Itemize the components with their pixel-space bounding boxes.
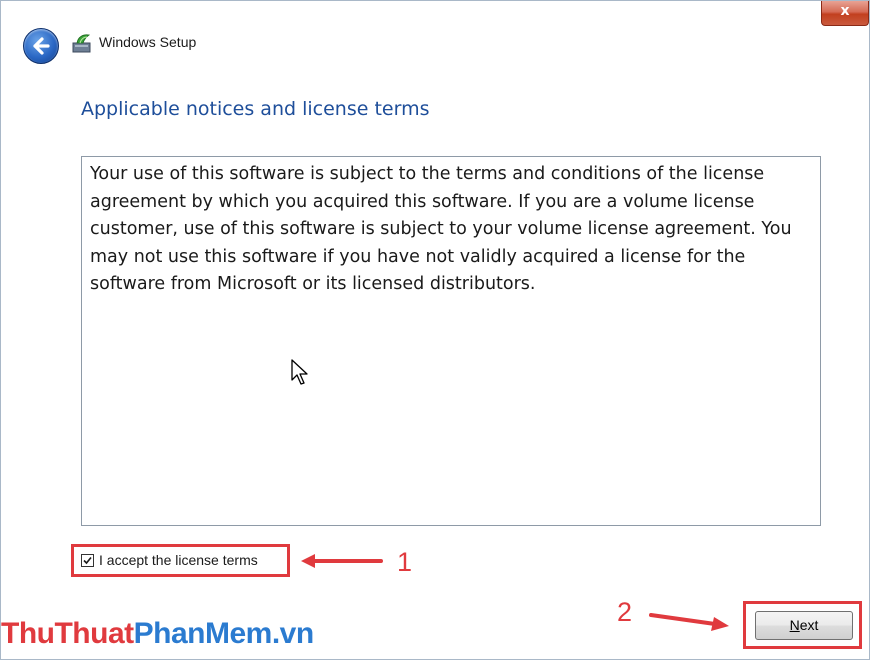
license-text-box[interactable]: Your use of this software is subject to … [81, 156, 821, 526]
mouse-pointer-icon [291, 359, 308, 385]
annotation-arrow-2 [649, 613, 729, 631]
setup-window: Windows Setup x Applicable notices and l… [0, 0, 870, 660]
next-mnemonic: N [789, 617, 800, 633]
close-button[interactable]: x [821, 1, 869, 26]
window-title: Windows Setup [99, 34, 197, 50]
close-icon: x [840, 3, 850, 19]
back-arrow-icon [33, 37, 50, 55]
title-bar: Windows Setup x [1, 1, 869, 75]
watermark-part1: ThuThuat [1, 617, 134, 650]
windows-setup-icon [72, 34, 91, 53]
annotation-number-1: 1 [397, 547, 413, 577]
annotation-arrow-1 [301, 554, 383, 568]
next-button[interactable]: Next [755, 611, 853, 640]
accept-label[interactable]: I accept the license terms [99, 552, 258, 568]
watermark: ThuThuatPhanMem.vn [1, 617, 314, 651]
watermark-part3: .vn [271, 617, 314, 650]
accept-checkbox[interactable] [81, 554, 94, 567]
license-text: Your use of this software is subject to … [90, 164, 792, 294]
back-button[interactable] [23, 28, 59, 64]
watermark-part2: PhanMem [133, 617, 273, 650]
checkmark-icon [83, 556, 92, 565]
next-label-rest: ext [799, 617, 819, 633]
page-title: Applicable notices and license terms [81, 98, 430, 120]
annotation-number-2: 2 [617, 597, 633, 627]
